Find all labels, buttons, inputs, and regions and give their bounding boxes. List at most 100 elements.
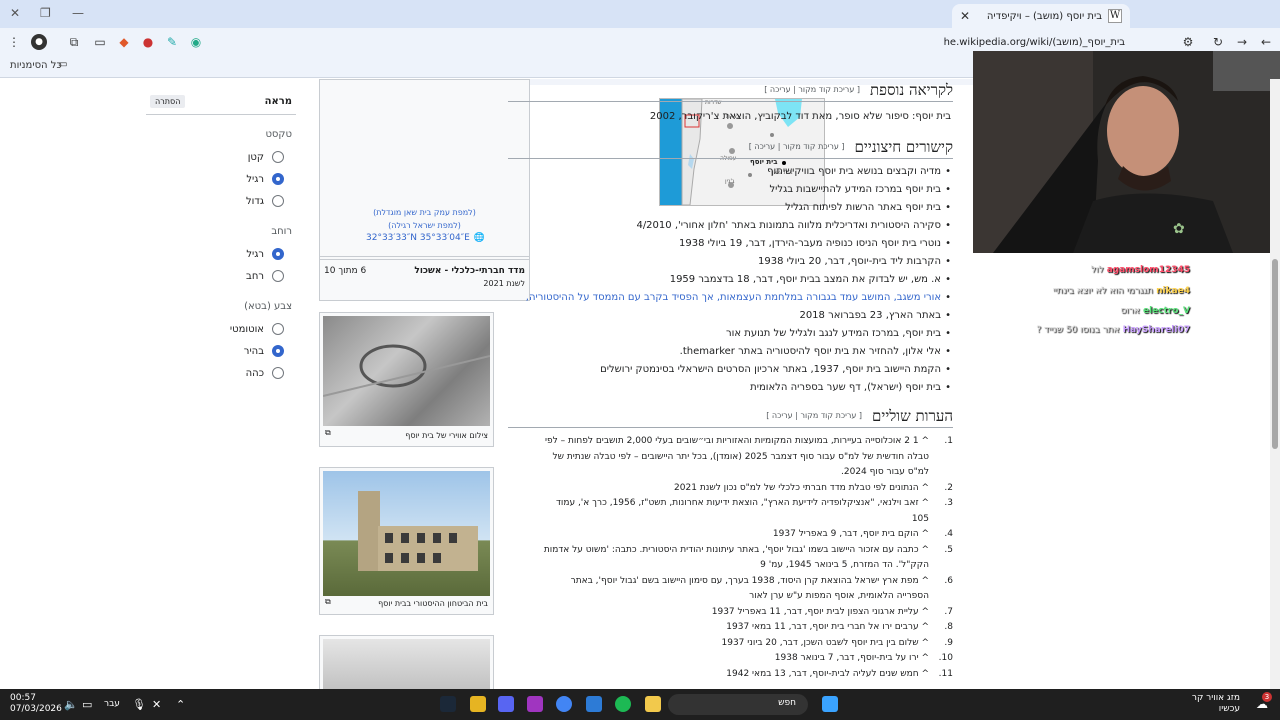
restore-window-icon[interactable]: ❐: [40, 6, 51, 20]
heading-text: הערות שוליים: [872, 407, 953, 425]
radio-button-selected[interactable]: [272, 345, 284, 357]
radio-button[interactable]: [272, 270, 284, 282]
enlarge-icon[interactable]: ⧉: [325, 428, 331, 438]
close-window-icon[interactable]: ✕: [10, 6, 20, 20]
radio-button[interactable]: [272, 151, 284, 163]
extension-icon[interactable]: ◉: [188, 34, 204, 50]
wifi-off-icon[interactable]: ✕: [152, 698, 161, 711]
text-size-label: טקסט: [265, 129, 292, 140]
network-icon[interactable]: ▭: [82, 698, 92, 711]
text-size-large-option[interactable]: גדול: [146, 190, 296, 212]
footnotes-list: ^ 1 2 אוכלוסייה בעיירות, במועצות המקומיו…: [508, 434, 953, 682]
extension-icon[interactable]: ◆: [116, 34, 132, 50]
historic-photo[interactable]: [323, 639, 490, 689]
list-item[interactable]: בית יוסף, במרכז המידע לנגב ולגליל של תנו…: [508, 325, 953, 343]
color-light-option[interactable]: בהיר: [146, 340, 296, 362]
speaker-icon[interactable]: 🔈: [64, 698, 78, 711]
list-item[interactable]: בית יוסף במרכז המידע להתיישבות בגליל: [508, 181, 953, 199]
clock[interactable]: 00:57 07/03/2026: [10, 693, 62, 715]
list-item[interactable]: מדיה וקבצים בנושא בית יוסף בוויקישיתוף: [508, 163, 953, 181]
list-item[interactable]: נוטרי בית יוסף הניסו כנופיה מעבר-הירדן, …: [508, 235, 953, 253]
svg-text:✿: ✿: [1173, 221, 1185, 237]
extensions-icon[interactable]: ⧉: [66, 34, 82, 50]
radio-button-selected[interactable]: [272, 248, 284, 260]
map-link-regular[interactable]: (למפת ישראל רגילה): [320, 221, 529, 230]
page-scrollbar[interactable]: [1270, 79, 1280, 689]
site-settings-icon[interactable]: ⚙: [1180, 34, 1196, 50]
chrome-icon[interactable]: [556, 696, 572, 712]
footnote: ^ הוקם בית יוסף, דבר, 9 באפריל 1937: [538, 527, 953, 543]
list-item[interactable]: אורי משגב, המושב עמד בגבורה במלחמת העצמא…: [508, 289, 953, 307]
address-bar[interactable]: he.wikipedia.org/wiki/בית_יוסף_(מושב): [215, 32, 1215, 52]
edit-section-link[interactable]: [ עריכת קוד מקור | עריכה ]: [764, 81, 860, 99]
chevron-up-icon[interactable]: ⌃: [176, 698, 185, 711]
reload-icon[interactable]: ↻: [1210, 34, 1226, 50]
list-item[interactable]: הקמת היישוב בית יוסף, 1937, באתר ארכיון …: [508, 361, 953, 379]
enlarge-icon[interactable]: ⧉: [325, 597, 331, 607]
radio-button[interactable]: [272, 195, 284, 207]
list-item[interactable]: בית יוסף באתר הרשות לפיתוח הגליל: [508, 199, 953, 217]
steam-icon[interactable]: [440, 696, 456, 712]
color-dark-option[interactable]: כהה: [146, 362, 296, 384]
file-explorer-icon[interactable]: [645, 696, 661, 712]
hide-panel-button[interactable]: הסתרה: [150, 95, 186, 108]
radio-button-selected[interactable]: [272, 173, 284, 185]
edit-section-link[interactable]: [ עריכת קוד מקור | עריכה ]: [766, 407, 862, 425]
divider: [320, 256, 529, 257]
back-icon[interactable]: ←: [1258, 34, 1274, 50]
coordinates-link[interactable]: 32°33′33″N 35°33′04″E: [366, 233, 470, 243]
mic-icon[interactable]: 🎙: [132, 698, 146, 711]
language-indicator[interactable]: עבר: [104, 699, 120, 709]
section-heading-external-links: קישורים חיצוניים [ עריכת קוד מקור | עריכ…: [508, 138, 953, 159]
list-item[interactable]: א. מש, יש לבדוק את המצב בבית יוסף, דבר, …: [508, 271, 953, 289]
minimize-window-icon[interactable]: —: [72, 6, 84, 20]
index-year: לשנת 2021: [483, 279, 525, 288]
clock-time: 00:57: [10, 693, 36, 703]
profile-avatar[interactable]: ●: [31, 34, 47, 50]
chat-message: HayShareli07 אתר בנוסו 50 שנייד ?: [1036, 325, 1190, 335]
app-icon[interactable]: [527, 696, 543, 712]
text-size-standard-option[interactable]: רגיל: [146, 168, 296, 190]
menu-icon[interactable]: ⋮: [6, 34, 22, 50]
close-tab-icon[interactable]: ✕: [960, 9, 970, 23]
spotify-icon[interactable]: [615, 696, 631, 712]
list-item[interactable]: סקירה היסטורית ואדריכלית מלווה בתמונות ב…: [508, 217, 953, 235]
list-item[interactable]: בית יוסף (ישראל), דף שער בספריה הלאומית: [508, 379, 953, 397]
weather-widget[interactable]: מזג אוויר קר עכשיו: [1192, 693, 1240, 715]
wikipedia-favicon-icon: W: [1108, 9, 1122, 23]
historic-building-photo[interactable]: [323, 471, 490, 596]
url-text: he.wikipedia.org/wiki/בית_יוסף_(מושב): [943, 36, 1125, 48]
aerial-photo[interactable]: [322, 316, 491, 426]
radio-button[interactable]: [272, 367, 284, 379]
app-icon[interactable]: [470, 696, 486, 712]
cast-icon[interactable]: ▭: [92, 34, 108, 50]
all-bookmarks-link[interactable]: כל הסימניות: [10, 60, 62, 71]
external-links-list: מדיה וקבצים בנושא בית יוסף בוויקישיתוף ב…: [508, 163, 953, 397]
taskbar-search[interactable]: חפש: [668, 694, 808, 715]
further-reading-text: בית יוסף: סיפור שלא סופר, מאת דוד לבקובי…: [649, 111, 951, 122]
width-standard-option[interactable]: רגיל: [146, 243, 296, 265]
edit-section-link[interactable]: [ עריכת קוד מקור | עריכה ]: [749, 138, 845, 156]
footnote: ^ עליית ארגוני הצפון לבית יוסף, דבר, 11 …: [538, 605, 953, 621]
list-item[interactable]: הקרבות ליד בית-יוסף, דבר, 20 ביולי 1938: [508, 253, 953, 271]
browser-tab[interactable]: W בית יוסף (מושב) – ויקיפדיה ✕: [952, 4, 1130, 28]
forward-icon[interactable]: →: [1234, 34, 1250, 50]
width-wide-option[interactable]: רחב: [146, 265, 296, 287]
discord-icon[interactable]: [498, 696, 514, 712]
color-auto-option[interactable]: אוטומטי: [146, 318, 296, 340]
footnote: ^ ירו על בית-יוסף, דבר, 7 בינואר 1938: [538, 651, 953, 667]
option-label: רחב: [246, 270, 264, 282]
scrollbar-thumb[interactable]: [1272, 259, 1278, 449]
option-label: רגיל: [246, 248, 264, 260]
map-link-enlarged[interactable]: (למפת עמק בית שאן מוגדלת): [320, 208, 529, 217]
extension-icon[interactable]: ●: [140, 34, 156, 50]
radio-button[interactable]: [272, 323, 284, 335]
text-size-small-option[interactable]: קטן: [146, 146, 296, 168]
clock-date: 07/03/2026: [10, 704, 62, 714]
windows-start-icon[interactable]: [822, 696, 838, 712]
list-item[interactable]: אלי אלון, להחזיר את בית יוסף להיסטוריה ב…: [508, 343, 953, 361]
footnote: ^ שלום בין בית יוסף לשבט השכן, דבר, 20 ב…: [538, 636, 954, 652]
extension-icon[interactable]: ✎: [164, 34, 180, 50]
chat-message: electro_V ארוס: [1120, 306, 1190, 316]
apps-icon[interactable]: [586, 696, 602, 712]
